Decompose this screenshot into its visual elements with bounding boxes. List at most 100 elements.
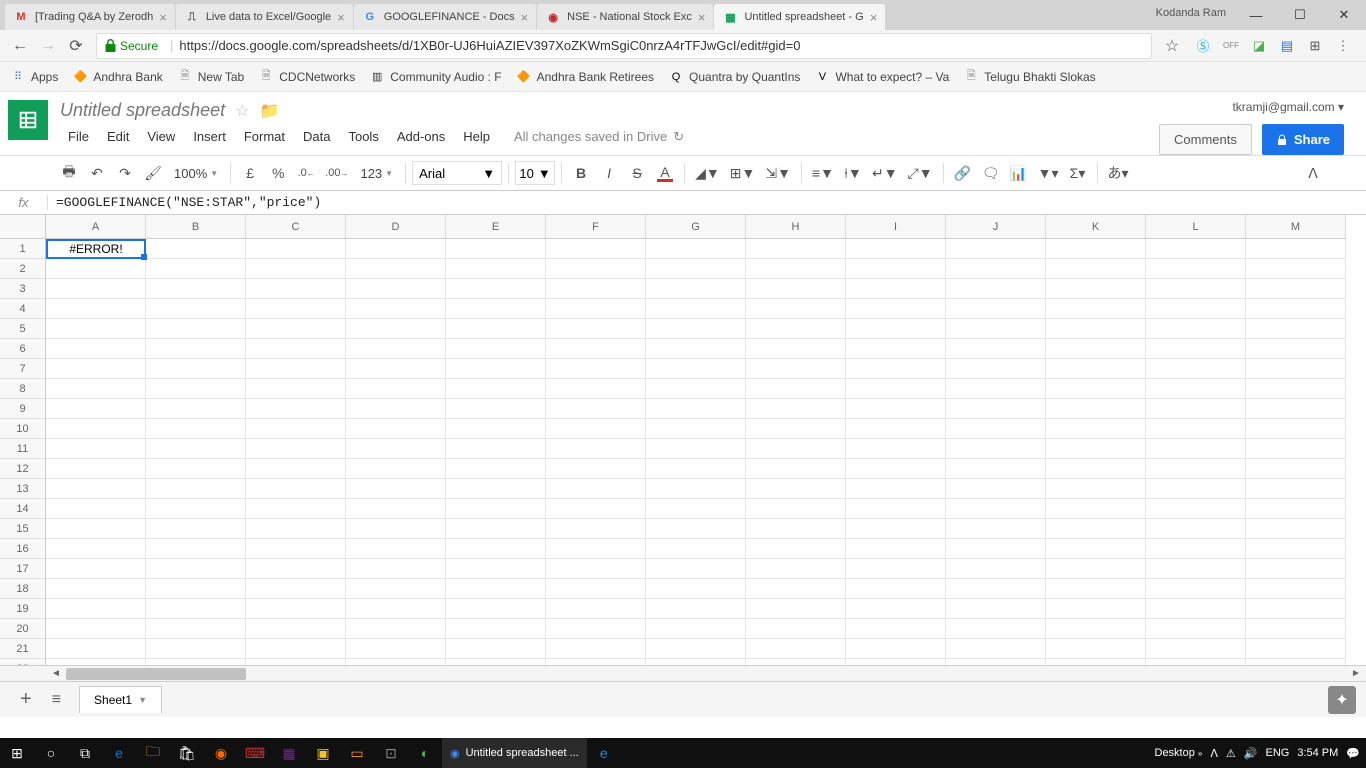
cell[interactable] [446,259,546,279]
column-header[interactable]: D [346,215,446,238]
cell[interactable] [146,479,246,499]
cell[interactable] [846,599,946,619]
action-center-icon[interactable]: 💬 [1346,747,1360,760]
cell[interactable] [246,279,346,299]
cell[interactable] [1146,639,1246,659]
cell[interactable] [646,299,746,319]
cell[interactable] [546,399,646,419]
cell[interactable] [346,359,446,379]
cell[interactable] [846,319,946,339]
cell[interactable] [1146,259,1246,279]
cell[interactable] [46,419,146,439]
column-header[interactable]: H [746,215,846,238]
cell[interactable] [746,259,846,279]
cell[interactable] [1246,359,1346,379]
cell[interactable] [746,619,846,639]
row-header[interactable]: 16 [0,539,45,559]
cell[interactable] [646,439,746,459]
cell[interactable] [446,639,546,659]
forward-button[interactable]: → [34,32,62,60]
cell[interactable] [146,239,246,259]
cell[interactable] [346,579,446,599]
horizontal-scrollbar[interactable]: ◄ ► [0,665,1366,681]
insert-link-icon[interactable]: 🔗 [950,160,976,186]
cell[interactable] [746,339,846,359]
cell[interactable] [46,579,146,599]
bookmark-item[interactable]: QQuantra by QuantIns [668,69,800,85]
cell[interactable] [846,259,946,279]
url-input[interactable]: Secure | https://docs.google.com/spreads… [96,33,1152,59]
filter-icon[interactable]: ▼▾ [1034,160,1063,186]
h-align-icon[interactable]: ≡▼ [808,160,838,186]
cell[interactable] [46,619,146,639]
cell[interactable] [1146,439,1246,459]
browser-tab[interactable]: M[Trading Q&A by Zerodh× [5,4,175,30]
cell[interactable] [246,319,346,339]
cell[interactable] [46,359,146,379]
cell[interactable] [1146,239,1246,259]
cell[interactable] [646,279,746,299]
cell[interactable] [946,259,1046,279]
all-sheets-button[interactable]: ≡ [42,691,71,709]
cell[interactable] [546,639,646,659]
cell[interactable] [646,339,746,359]
cell[interactable] [1046,599,1146,619]
merge-cells-icon[interactable]: ⇲▼ [761,160,795,186]
text-color-icon[interactable]: A [652,160,678,186]
cell[interactable] [846,439,946,459]
cell[interactable] [746,639,846,659]
cell[interactable] [246,499,346,519]
cell[interactable] [1246,339,1346,359]
cell[interactable] [146,339,246,359]
cell[interactable] [1246,599,1346,619]
cell[interactable] [946,439,1046,459]
cell[interactable] [1046,619,1146,639]
close-tab-icon[interactable]: × [870,10,878,25]
text-wrap-icon[interactable]: ↵▼ [868,160,902,186]
column-header[interactable]: I [846,215,946,238]
cell[interactable] [1246,439,1346,459]
column-header[interactable]: E [446,215,546,238]
bookmark-item[interactable]: ▥Community Audio : F [369,69,501,85]
cell[interactable] [246,359,346,379]
cell[interactable] [1046,319,1146,339]
fill-color-icon[interactable]: ◢▼ [691,160,724,186]
cell[interactable] [946,399,1046,419]
bookmark-star-icon[interactable]: ☆ [1158,32,1186,60]
cell[interactable] [1046,279,1146,299]
cell[interactable] [546,299,646,319]
cell[interactable] [246,479,346,499]
cell[interactable] [146,439,246,459]
row-header[interactable]: 6 [0,339,45,359]
close-button[interactable]: ✕ [1322,0,1366,30]
cell[interactable] [746,279,846,299]
network-icon[interactable]: ⚠ [1226,747,1236,760]
cell[interactable] [46,259,146,279]
account-email[interactable]: tkramji@gmail.com ▾ [1159,100,1344,114]
cell[interactable] [246,439,346,459]
cell[interactable] [246,579,346,599]
cell[interactable] [846,639,946,659]
cell[interactable] [746,479,846,499]
cell[interactable] [46,599,146,619]
browser-tab[interactable]: GGOOGLEFINANCE - Docs× [354,4,536,30]
cell[interactable] [746,439,846,459]
row-header[interactable]: 17 [0,559,45,579]
cell[interactable] [946,319,1046,339]
column-header[interactable]: K [1046,215,1146,238]
zoom-dropdown[interactable]: 100%▼ [168,166,224,181]
cell[interactable] [46,399,146,419]
cell[interactable] [646,519,746,539]
text-rotate-icon[interactable]: ⤢▼ [904,160,937,186]
cell[interactable] [1246,379,1346,399]
decrease-decimal-icon[interactable]: .0← [293,160,319,186]
skype-icon[interactable]: Ⓢ [1194,37,1212,55]
functions-icon[interactable]: Σ▾ [1065,160,1091,186]
share-button[interactable]: Share [1262,124,1344,155]
cell[interactable] [1146,599,1246,619]
collapse-toolbar-icon[interactable]: ᐱ [1300,160,1326,186]
cell[interactable] [146,399,246,419]
cell[interactable] [46,339,146,359]
cell[interactable] [646,499,746,519]
cell[interactable] [1146,399,1246,419]
